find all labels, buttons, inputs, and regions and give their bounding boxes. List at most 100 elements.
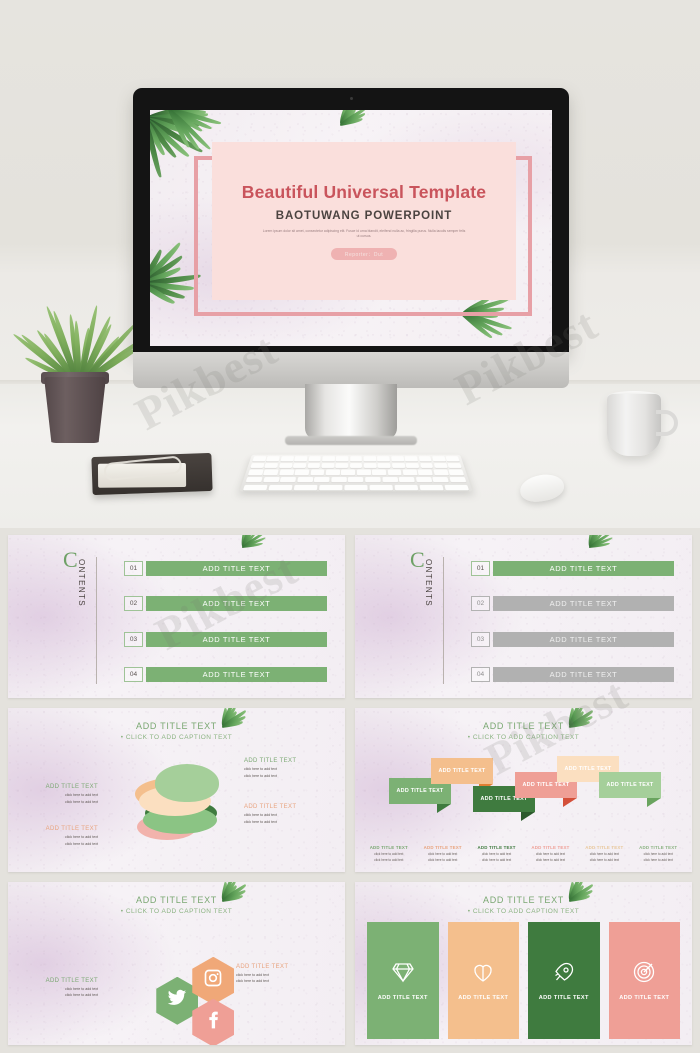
keyboard-key (310, 469, 325, 476)
contents-item[interactable]: 01 ADD TITLE TEXT (124, 561, 327, 576)
slide-social-hex[interactable]: ADD TITLE TEXT • CLICK TO ADD CAPTION TEX… (8, 881, 345, 1045)
block-title: ADD TITLE TEXT (244, 758, 297, 765)
keyboard-key (262, 476, 280, 483)
keyboard-key (377, 462, 391, 469)
page-subtitle: BAOTUWANG POWERPOINT (275, 209, 453, 222)
monitor-bezel: Beautiful Universal Template BAOTUWANG P… (133, 88, 569, 354)
slide-macaron[interactable]: ADD TITLE TEXT • CLICK TO ADD CAPTION TEX… (8, 708, 345, 872)
zigzag-group: ADD TITLE TEXT ADD TITLE TEXT ADD TITLE TE… (381, 754, 671, 824)
contents-item-label: ADD TITLE TEXT (146, 596, 327, 612)
hex-instagram-icon[interactable] (192, 956, 235, 1005)
contents-item-label: ADD TITLE TEXT (146, 667, 327, 683)
monitor-chin (133, 352, 569, 388)
block-line: click here to add text (65, 799, 98, 804)
target-icon (632, 960, 656, 989)
block-line: click here to add text (244, 773, 277, 778)
slide-contents-mixed[interactable]: C ONTENTS 01 ADD TITLE TEXT 02 ADD TITLE TEXT… (355, 535, 692, 699)
contents-item[interactable]: 04 ADD TITLE TEXT (471, 667, 674, 683)
keyboard-key (363, 456, 377, 462)
icon-card-label: ADD TITLE TEXT (377, 994, 428, 1001)
contents-item-number: 01 (471, 561, 490, 576)
contents-item[interactable]: 01 ADD TITLE TEXT (471, 561, 674, 576)
keyboard-key (369, 484, 394, 491)
keyboard-key (356, 469, 371, 476)
keyboard-key (263, 469, 279, 476)
caption-line: click here to add text (481, 857, 512, 862)
zigzag-block-tail (521, 812, 535, 822)
keyboard-key (390, 456, 404, 462)
keyboard-key (432, 456, 446, 462)
keyboard-key (405, 462, 420, 469)
desk-mockup-hero: Beautiful Universal Template BAOTUWANG P… (0, 0, 700, 528)
hex-facebook-icon[interactable] (192, 998, 235, 1045)
contents-item[interactable]: 03 ADD TITLE TEXT (471, 631, 674, 647)
keyboard-key (348, 476, 364, 483)
icon-card[interactable]: ADD TITLE TEXT (447, 921, 519, 1039)
icon-card[interactable]: ADD TITLE TEXT (608, 921, 680, 1039)
zigzag-block[interactable]: ADD TITLE TEXT (599, 772, 661, 799)
block-line: click here to add text (65, 992, 98, 997)
keyboard-key (404, 456, 418, 462)
keyboard-key (418, 456, 432, 462)
hex-twitter-icon[interactable] (156, 976, 199, 1025)
caption-title: ADD TITLE TEXT (585, 845, 624, 851)
keyboard-key (321, 462, 335, 469)
caption-column: ADD TITLE TEXT click here to add text clic… (634, 845, 682, 864)
keyboard-row (247, 462, 464, 469)
zigzag-block[interactable]: ADD TITLE TEXT (431, 758, 493, 785)
icon-card[interactable]: ADD TITLE TEXT (528, 921, 600, 1039)
slide-title: ADD TITLE TEXT (483, 894, 564, 905)
contents-list: 01 ADD TITLE TEXT 02 ADD TITLE TEXT 03 ADD TI… (471, 561, 674, 683)
caption-line: click here to add text (589, 857, 619, 862)
coffee-mug (607, 394, 661, 456)
caption-column: ADD TITLE TEXT click here to add text clic… (365, 845, 413, 864)
keyboard-key (292, 462, 307, 469)
contents-item-label: ADD TITLE TEXT (146, 561, 327, 576)
zigzag-block-tail (437, 804, 451, 814)
contents-list: 01 ADD TITLE TEXT 02 ADD TITLE TEXT 03 ADD TI… (124, 561, 327, 683)
zigzag-captions: ADD TITLE TEXT click here to add text clic… (365, 845, 682, 864)
contents-item[interactable]: 04 ADD TITLE TEXT (124, 667, 327, 683)
contents-item[interactable]: 03 ADD TITLE TEXT (124, 631, 327, 647)
caption-line: click here to add text (535, 857, 566, 862)
keyboard-row (250, 456, 463, 462)
keyboard-key (419, 462, 434, 469)
keyboard-key (296, 476, 314, 483)
keyboard-key (250, 462, 265, 469)
caption-column: ADD TITLE TEXT click here to add text clic… (527, 845, 575, 864)
icon-card-row: ADD TITLE TEXT ADD TITLE TEXT ADD TITLE TE… (367, 921, 680, 1039)
icon-card-label: ADD TITLE TEXT (619, 994, 670, 1001)
twitter-icon (167, 988, 187, 1013)
plant-leaves (11, 292, 147, 385)
keyboard-key (447, 462, 462, 469)
instagram-icon (203, 968, 223, 993)
icon-card-label: ADD TITLE TEXT (538, 994, 589, 1001)
caption-line: click here to add text (643, 857, 673, 862)
slide-caption: • CLICK TO ADD CAPTION TEXT (467, 734, 580, 742)
macaron-side-block: ADD TITLE TEXT click here to add text clic… (22, 784, 98, 805)
diamond-icon (391, 960, 415, 989)
slide-zigzag[interactable]: ADD TITLE TEXT • CLICK TO ADD CAPTION TEX… (355, 708, 692, 872)
vertical-rule (443, 557, 445, 685)
caption-title: ADD TITLE TEXT (423, 845, 462, 851)
contents-item[interactable]: 02 ADD TITLE TEXT (124, 596, 327, 612)
slide-icon-cards[interactable]: ADD TITLE TEXT • CLICK TO ADD CAPTION TEX… (355, 881, 692, 1045)
keyboard-key (433, 469, 449, 476)
keyboard-key (294, 469, 310, 476)
slide-contents-green[interactable]: C ONTENTS 01 ADD TITLE TEXT 02 ADD TITLE TEXT… (8, 535, 345, 699)
reporter-badge: Reporter：Dut (330, 248, 398, 261)
hex-side-block: ADD TITLE TEXT click here to add text clic… (236, 964, 312, 985)
keyboard-key (325, 469, 340, 476)
keyboard-key (382, 476, 398, 483)
contents-item-number: 02 (471, 596, 490, 612)
macaron-side-block: ADD TITLE TEXT click here to add text clic… (244, 804, 320, 825)
title-card: Beautiful Universal Template BAOTUWANG P… (212, 142, 516, 300)
contents-item[interactable]: 02 ADD TITLE TEXT (471, 596, 674, 612)
hexagon-group (156, 956, 246, 1045)
block-title: ADD TITLE TEXT (244, 804, 297, 811)
contents-word: ONTENTS (77, 559, 86, 608)
icon-card[interactable]: ADD TITLE TEXT (367, 921, 439, 1039)
contents-item-number: 02 (124, 596, 143, 612)
block-line: click here to add text (236, 978, 269, 983)
keyboard-key (293, 484, 318, 491)
